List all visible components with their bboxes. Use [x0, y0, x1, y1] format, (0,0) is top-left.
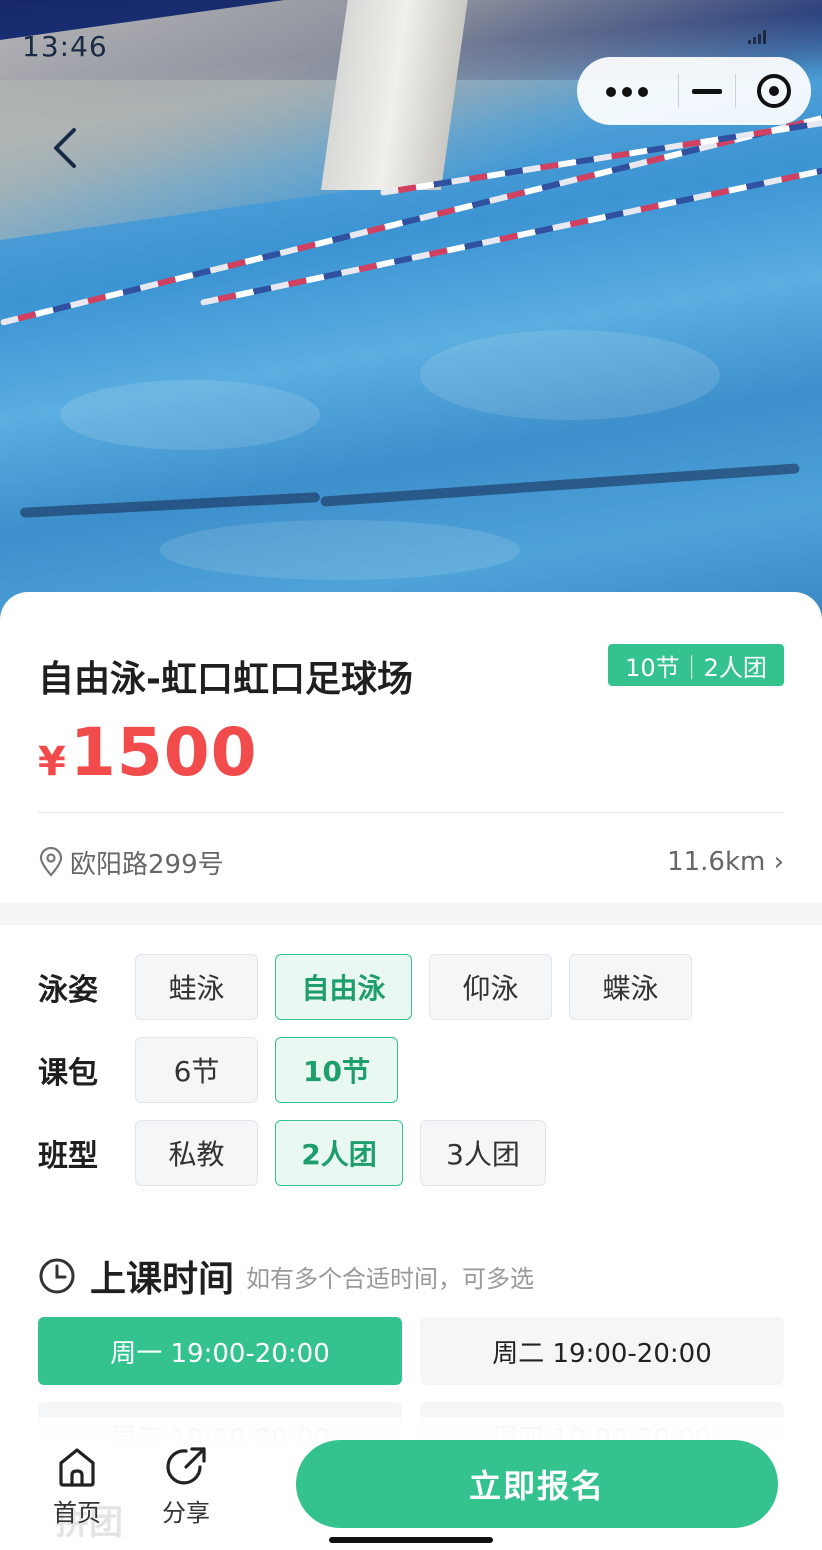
option-row-package: 课包 6节 10节: [38, 1037, 415, 1103]
home-indicator: [329, 1537, 493, 1543]
option-row-class-type: 班型 私教 2人团 3人团: [38, 1120, 563, 1186]
chip-private[interactable]: 私教: [135, 1120, 258, 1186]
signal-icon: [748, 30, 768, 44]
clock-icon: [39, 1258, 75, 1294]
minimize-icon: [691, 88, 722, 94]
divider: [38, 812, 784, 813]
option-label: 课包: [38, 1056, 98, 1091]
nav-share-label: 分享: [162, 1499, 210, 1527]
pool-floor-line: [19, 492, 321, 518]
currency-symbol: ¥: [38, 739, 66, 785]
back-icon: [54, 128, 76, 168]
nav-share[interactable]: 分享: [146, 1445, 226, 1528]
section-gap: [0, 903, 822, 925]
time-slot-tue[interactable]: 周二 19:00-20:00: [420, 1317, 784, 1385]
address-row[interactable]: 欧阳路299号 11.6km ›: [38, 842, 784, 882]
minimize-button[interactable]: [679, 57, 736, 125]
package-tag: 10节｜2人团: [608, 644, 784, 686]
more-icon: [603, 82, 651, 101]
nav-home[interactable]: 首页: [37, 1445, 117, 1528]
bottom-action-bar: 拼团 首页 分享 立即报名: [0, 1417, 822, 1550]
chip-2-person[interactable]: 2人团: [275, 1120, 403, 1186]
schedule-hint: 如有多个合适时间，可多选: [246, 1264, 535, 1293]
more-button[interactable]: [577, 57, 678, 125]
address-text: 欧阳路299号: [70, 849, 224, 880]
mini-program-capsule: [577, 57, 811, 125]
course-detail-card: 自由泳-虹口虹口足球场 10节｜2人团 ¥ 1500 欧阳路299号 11.6k…: [0, 592, 822, 1550]
water-ripple: [420, 330, 720, 420]
course-title: 自由泳-虹口虹口足球场: [38, 659, 413, 700]
chip-3-person[interactable]: 3人团: [420, 1120, 546, 1186]
pool-floor-line: [320, 463, 800, 507]
schedule-header: 上课时间 如有多个合适时间，可多选: [38, 1250, 534, 1302]
distance-text: 11.6km ›: [667, 847, 784, 877]
signup-button[interactable]: 立即报名: [296, 1440, 778, 1528]
price: ¥ 1500: [38, 714, 258, 791]
chip-breaststroke[interactable]: 蛙泳: [135, 954, 258, 1020]
schedule-title: 上课时间: [90, 1259, 235, 1300]
close-button[interactable]: [736, 57, 811, 125]
share-icon: [166, 1447, 206, 1485]
home-icon: [59, 1448, 95, 1487]
nav-home-label: 首页: [53, 1499, 101, 1527]
location-pin-icon: [39, 847, 63, 877]
status-time: 13:46: [22, 30, 108, 63]
option-row-stroke: 泳姿 蛙泳 自由泳 仰泳 蝶泳: [38, 954, 709, 1020]
back-button[interactable]: [40, 120, 90, 176]
option-label: 班型: [38, 1139, 98, 1174]
hero-pool-image: 13:46: [0, 0, 822, 620]
option-label: 泳姿: [38, 973, 98, 1008]
close-target-icon: [756, 74, 791, 108]
water-ripple: [60, 380, 320, 450]
chip-6-lessons[interactable]: 6节: [135, 1037, 258, 1103]
chip-butterfly[interactable]: 蝶泳: [569, 954, 692, 1020]
chip-10-lessons[interactable]: 10节: [275, 1037, 398, 1103]
chip-backstroke[interactable]: 仰泳: [429, 954, 552, 1020]
chip-freestyle[interactable]: 自由泳: [275, 954, 412, 1020]
price-value: 1500: [69, 714, 258, 791]
water-ripple: [160, 520, 520, 580]
time-slot-mon[interactable]: 周一 19:00-20:00: [38, 1317, 402, 1385]
